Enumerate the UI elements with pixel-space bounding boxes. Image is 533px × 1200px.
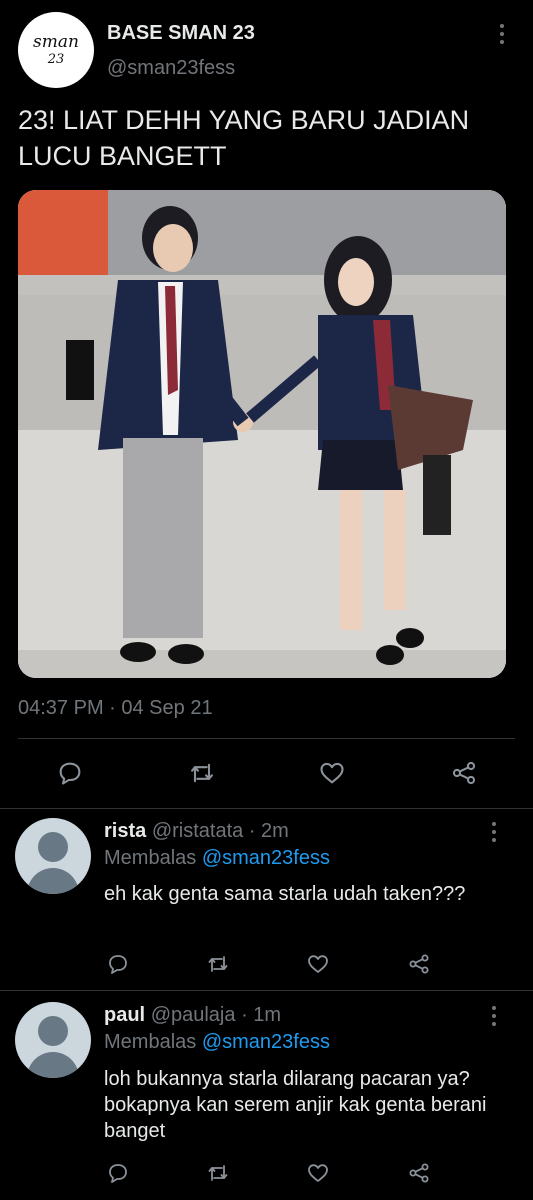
replying-to: Membalas @sman23fess bbox=[104, 847, 330, 870]
more-options-icon[interactable] bbox=[486, 822, 502, 846]
divider bbox=[18, 738, 515, 739]
replying-prefix: Membalas bbox=[104, 847, 197, 869]
author-name[interactable]: BASE SMAN 23 bbox=[107, 22, 255, 45]
author-handle[interactable]: @sman23fess bbox=[107, 57, 235, 80]
reply-icon[interactable] bbox=[102, 948, 134, 980]
reply-author-name[interactable]: paul bbox=[104, 1004, 145, 1026]
retweet-icon[interactable] bbox=[186, 757, 218, 789]
logo-line1: sman bbox=[33, 32, 79, 52]
tweet-timestamp: 04:37 PM · 04 Sep 21 bbox=[18, 697, 213, 719]
reply-avatar[interactable] bbox=[15, 1002, 91, 1078]
reply-author-handle[interactable]: @ristatata bbox=[152, 820, 243, 842]
reply-text: eh kak genta sama starla udah taken??? bbox=[104, 883, 466, 905]
reply-avatar[interactable] bbox=[15, 818, 91, 894]
sman23-logo: sman 23 bbox=[33, 32, 79, 67]
photo-couple-holding-hands bbox=[18, 190, 506, 678]
reply-author-handle[interactable]: @paulaja bbox=[151, 1004, 236, 1026]
thread-divider bbox=[0, 808, 533, 809]
retweet-icon[interactable] bbox=[202, 948, 234, 980]
reply-icon[interactable] bbox=[54, 757, 86, 789]
share-icon[interactable] bbox=[403, 1157, 435, 1189]
share-icon[interactable] bbox=[448, 757, 480, 789]
replying-to: Membalas @sman23fess bbox=[104, 1031, 330, 1054]
tweet-photo[interactable] bbox=[18, 190, 506, 678]
reply-divider bbox=[0, 990, 533, 991]
tweet-text: 23! LIAT DEHH YANG BARU JADIAN LUCU BANG… bbox=[18, 105, 470, 171]
retweet-icon[interactable] bbox=[202, 1157, 234, 1189]
reply-author-name[interactable]: rista bbox=[104, 820, 146, 842]
reply-icon[interactable] bbox=[102, 1157, 134, 1189]
replying-prefix: Membalas bbox=[104, 1031, 197, 1053]
more-options-icon[interactable] bbox=[486, 1006, 502, 1030]
reply-text: loh bukannya starla dilarang pacaran ya?… bbox=[104, 1068, 487, 1142]
replying-mention[interactable]: @sman23fess bbox=[202, 1031, 330, 1053]
reply-header: paul @paulaja · 1m bbox=[104, 1004, 281, 1027]
reply-time: · 1m bbox=[241, 1004, 282, 1026]
logo-line2: 23 bbox=[47, 52, 65, 67]
reply-time: · 2m bbox=[248, 820, 289, 842]
like-icon[interactable] bbox=[302, 1157, 334, 1189]
like-icon[interactable] bbox=[302, 948, 334, 980]
more-options-icon[interactable] bbox=[492, 24, 512, 54]
reply-header: rista @ristatata · 2m bbox=[104, 820, 289, 843]
author-avatar[interactable]: sman 23 bbox=[18, 12, 94, 88]
like-icon[interactable] bbox=[316, 757, 348, 789]
replying-mention[interactable]: @sman23fess bbox=[202, 847, 330, 869]
share-icon[interactable] bbox=[403, 948, 435, 980]
